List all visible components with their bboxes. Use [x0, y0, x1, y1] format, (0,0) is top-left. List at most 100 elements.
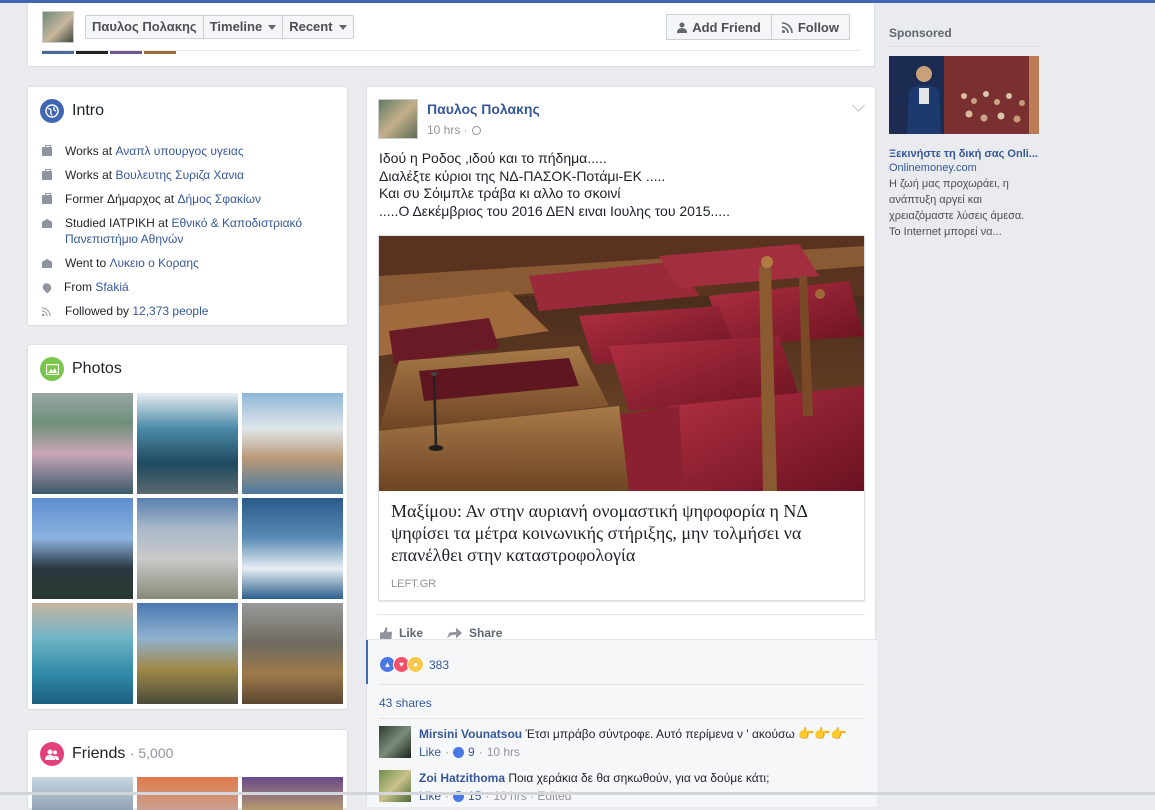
intro-title: Intro [72, 102, 105, 119]
add-friend-icon [677, 22, 688, 33]
comment-body: Mirsini Vounatsou Έτσι μπράβο σύντροφε. … [419, 726, 847, 742]
thumbs-up-icon [380, 627, 392, 639]
link-preview-image [379, 236, 864, 491]
comment-text: Έτσι μπράβο σύντροφε. Αυτό περίμενα ν ' … [522, 727, 799, 741]
intro-school-label: Went to [65, 256, 110, 270]
add-friend-button[interactable]: Add Friend [666, 14, 772, 40]
timeline-dropdown[interactable]: Timeline [203, 15, 284, 39]
share-label: Share [469, 626, 503, 640]
link-headline[interactable]: Μαξίμου: Αν στην αυριανή ονομαστική ψηφο… [391, 500, 855, 566]
intro-followers-label: Followed by [65, 304, 133, 318]
share-button[interactable]: Share [445, 626, 502, 640]
post-time-label[interactable]: 10 hrs · [427, 123, 468, 137]
commenter-name[interactable]: Zoi Hatzithoma [419, 771, 505, 785]
public-globe-icon [471, 125, 481, 135]
comment-like-count[interactable]: 9 [468, 745, 475, 759]
globe-icon [40, 99, 64, 123]
post-text: Ιδού η Ροδος ,ιδού και το πήδημα..... Δι… [379, 150, 859, 220]
sponsored-heading: Sponsored [889, 26, 1039, 47]
post-timestamp: 10 hrs · [427, 123, 481, 137]
friends-title-label[interactable]: Friends [72, 745, 125, 762]
timeline-post: Παυλος Πολακης 10 hrs · Ιδού η Ροδος ,ιδ… [366, 86, 877, 807]
intro-followers: Followed by 12,373 people [40, 303, 340, 319]
intro-work-2: Works at Βουλευτης Συριζα Χανια [40, 167, 340, 183]
intro-work-3-label: Former Δήμαρχος at [65, 192, 178, 206]
commenter-avatar[interactable] [379, 726, 411, 758]
post-options-chevron-icon[interactable] [852, 99, 865, 112]
photo-thumbnail[interactable] [32, 498, 133, 599]
photo-thumbnail[interactable] [242, 603, 343, 704]
photo-thumbnail[interactable] [242, 498, 343, 599]
post-author-name[interactable]: Παυλος Πολακης [427, 101, 540, 117]
ad-text: Η ζωή μας προχωράει, η ανάπτυξη αργεί κα… [889, 178, 1025, 238]
parliament-seats-illustration [379, 236, 864, 491]
ad-speaker-illustration [889, 56, 1039, 134]
like-label: Like [399, 626, 424, 640]
intro-work-2-link[interactable]: Βουλευτης Συριζα Χανια [115, 168, 243, 182]
comment-text: Ποια χεράκια δε θα σηκωθούν, για να δούμ… [505, 771, 770, 785]
comment-time[interactable]: 10 hrs [487, 745, 520, 759]
intro-education: Studied ΙΑΤΡΙΚΗ at Εθνικό & Καποδιστριακ… [40, 215, 340, 247]
profile-name-button[interactable]: Παυλος Πολακης [85, 15, 204, 39]
profile-nav: Παυλος Πολακης Timeline Recent [85, 15, 354, 39]
intro-hometown-link[interactable]: Sfakiá [95, 280, 128, 294]
photo-thumbnail[interactable] [137, 603, 238, 704]
header-thumb-strip [42, 51, 176, 54]
feedback-accent-rail [366, 640, 368, 684]
recent-dropdown[interactable]: Recent [283, 15, 354, 39]
share-arrow-icon [447, 627, 463, 639]
wow-reaction-icon: ● [407, 656, 424, 673]
intro-work-3: Former Δήμαρχος at Δήμος Σφακίων [40, 191, 340, 207]
friends-title: Friends · 5,000 [72, 745, 173, 763]
intro-work-1-link[interactable]: Αναπλ υπουργος υγειας [115, 144, 243, 158]
photo-thumbnail[interactable] [32, 603, 133, 704]
like-reaction-icon [453, 746, 465, 758]
ad-image[interactable] [889, 56, 1039, 134]
intro-list: Works at Αναπλ υπουργος υγειας Works at … [40, 143, 340, 327]
profile-header-bar: Παυλος Πολακης Timeline Recent Add Frien… [27, 3, 875, 67]
friends-count: · 5,000 [129, 745, 174, 761]
post-feedback-section: ▲ ♥ ● 383 43 shares Mirsini Vounatsou Έτ… [366, 639, 877, 807]
photo-thumbnail[interactable] [32, 393, 133, 494]
profile-actions: Add Friend Follow [666, 14, 850, 40]
ad-domain[interactable]: Onlinemoney.com [889, 162, 1039, 174]
shares-count[interactable]: 43 shares [379, 696, 432, 710]
shared-link-card[interactable]: Μαξίμου: Αν στην αυριανή ονομαστική ψηφο… [378, 235, 865, 601]
comment-like-link[interactable]: Like [419, 745, 441, 759]
photo-thumbnail[interactable] [137, 498, 238, 599]
sponsored-column: Sponsored Ξεκινήστε τη δική σας Onli... … [889, 26, 1039, 240]
intro-work-1: Works at Αναπλ υπουργος υγειας [40, 143, 340, 159]
comment-meta: Like · 9 · 10 hrs [419, 745, 521, 759]
rss-icon [781, 21, 793, 33]
intro-school-link[interactable]: Λυκειο ο Κοραης [109, 256, 198, 270]
intro-hometown-label: From [64, 280, 96, 294]
intro-followers-link[interactable]: 12,373 people [132, 304, 208, 318]
intro-work-1-label: Works at [65, 144, 116, 158]
reactions-count[interactable]: 383 [429, 658, 449, 672]
pointing-hand-icon: 👉👉👉 [798, 726, 847, 741]
link-domain: LEFT.GR [391, 578, 437, 590]
ad-title[interactable]: Ξεκινήστε τη δική σας Onli... [889, 148, 1039, 160]
profile-name-label: Παυλος Πολακης [92, 19, 197, 34]
profile-avatar[interactable] [42, 11, 74, 43]
feedback-divider [379, 684, 865, 685]
post-author-avatar[interactable] [378, 99, 418, 139]
commenter-avatar[interactable] [379, 770, 411, 802]
photo-thumbnail[interactable] [242, 393, 343, 494]
reactions-summary[interactable]: ▲ ♥ ● 383 [379, 656, 449, 673]
like-button[interactable]: Like [378, 626, 423, 640]
rss-icon [42, 307, 52, 316]
friends-card: Friends · 5,000 [27, 729, 348, 810]
photos-title[interactable]: Photos [72, 360, 122, 378]
briefcase-icon [42, 193, 52, 204]
intro-education-label: Studied ΙΑΤΡΙΚΗ at [65, 216, 172, 230]
follow-button[interactable]: Follow [771, 14, 850, 40]
school-icon [42, 259, 52, 268]
intro-school: Went to Λυκειο ο Κοραης [40, 255, 340, 271]
intro-work-2-label: Works at [65, 168, 116, 182]
commenter-name[interactable]: Mirsini Vounatsou [419, 727, 522, 741]
intro-work-3-link[interactable]: Δήμος Σφακίων [177, 192, 261, 206]
photo-thumbnail[interactable] [137, 393, 238, 494]
timeline-label: Timeline [209, 19, 263, 34]
feedback-divider [379, 718, 865, 719]
